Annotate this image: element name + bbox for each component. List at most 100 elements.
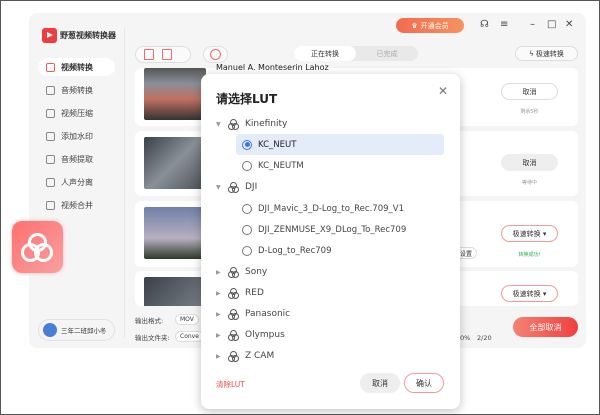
output-format-select[interactable]: MOV <box>175 314 199 325</box>
option-kc-neutm[interactable]: KC_NEUTM <box>236 155 444 176</box>
app-title: 野葱视频转换器 <box>60 31 116 40</box>
group-label: RED <box>245 288 264 298</box>
add-files-group <box>135 46 191 63</box>
option-label: KC_NEUTM <box>258 160 304 171</box>
group-label: DJI <box>245 182 258 192</box>
radio <box>242 245 252 256</box>
option-kc-neut[interactable]: KC_NEUT <box>236 134 444 155</box>
dialog-confirm-button[interactable]: 确认 <box>404 373 444 393</box>
sidebar-item-watermark[interactable]: 添加水印 <box>38 127 115 145</box>
fast-convert-task-button[interactable]: 极速转换 ▾ <box>501 285 558 302</box>
video-convert-icon <box>46 62 55 72</box>
crown-icon: ♛ <box>411 21 418 30</box>
lut-app-icon <box>12 221 63 273</box>
group-label: Kinefinity <box>245 119 288 129</box>
output-folder-select[interactable]: Conve <box>175 331 204 342</box>
close-icon[interactable]: ✕ <box>438 84 448 98</box>
button-label: 极速转换 <box>512 229 541 238</box>
minimize-icon[interactable]: – <box>530 20 535 30</box>
button-label: 极速转换 <box>512 289 541 298</box>
sidebar-item-label: 视频转换 <box>61 62 93 72</box>
radio <box>242 160 252 171</box>
audio-icon <box>46 85 55 95</box>
radio-selected <box>242 139 252 150</box>
cancel-all-button[interactable]: 全部取消 <box>513 317 578 337</box>
option-dji-mavic[interactable]: DJI_Mavic_3_D-Log_to_Rec.709_V1 <box>236 198 444 219</box>
menu-icon[interactable]: ≡ <box>500 20 508 30</box>
sidebar-item-video-merge[interactable]: 视频合并 <box>38 196 115 214</box>
user-profile[interactable]: 三年二班邱小冬 <box>38 319 115 341</box>
fast-convert-button[interactable]: ϟ 极速转换 <box>515 46 578 61</box>
task-status: 转换成功! <box>518 252 541 258</box>
task-status: 等待中 <box>521 180 537 186</box>
app-logo <box>42 28 57 43</box>
user-name: 三年二班邱小冬 <box>61 327 107 335</box>
option-dji-zenmuse[interactable]: DJI_ZENMUSE_X9_DLog_To_Rec709 <box>236 219 444 240</box>
lut-dialog: 请选择LUT ✕ ▼ Kinefinity KC_NEUT KC_NEUTM ▼ D… <box>201 74 460 409</box>
fast-convert-label: 极速转换 <box>535 49 564 58</box>
sidebar-item-audio-extract[interactable]: 音频提取 <box>38 150 115 168</box>
cancel-task-button[interactable]: 取消 <box>501 83 558 100</box>
globe-icon[interactable] <box>210 49 221 60</box>
group-kinefinity[interactable]: ▼ Kinefinity <box>216 114 287 134</box>
group-sony[interactable]: ▶ Sony <box>216 262 267 282</box>
task-count: 2/20 <box>477 334 492 342</box>
dialog-cancel-button[interactable]: 取消 <box>360 373 400 393</box>
add-file-icon[interactable] <box>144 49 154 60</box>
vip-button[interactable]: ♛ 开通会员 <box>396 18 464 33</box>
dialog-title: 请选择LUT <box>216 92 278 106</box>
lut-icon <box>228 329 239 341</box>
lut-icon <box>228 287 239 299</box>
video-thumbnail <box>144 137 206 189</box>
lut-icon <box>228 308 239 320</box>
task-tabs: 正在转换 已完成 <box>294 46 418 61</box>
group-panasonic[interactable]: ▶ Panasonic <box>216 304 290 324</box>
close-window-icon[interactable]: ✕ <box>565 20 573 30</box>
progress-percent: 0% <box>460 334 471 342</box>
compress-icon <box>46 108 55 118</box>
avatar <box>43 323 57 337</box>
group-dji[interactable]: ▼ DJI <box>216 177 257 197</box>
option-label: D-Log_to_Rec709 <box>258 245 332 256</box>
group-zcam[interactable]: ▶ Z CAM <box>216 346 274 366</box>
group-red[interactable]: ▶ RED <box>216 283 264 303</box>
add-url-group <box>203 46 228 63</box>
task-status: 剩余5秒 <box>520 109 539 115</box>
sidebar-item-label: 音频转换 <box>61 85 93 95</box>
group-olympus[interactable]: ▶ Olympus <box>216 325 285 345</box>
sidebar-item-video-convert[interactable]: 视频转换 <box>38 58 115 76</box>
video-thumbnail <box>144 277 206 306</box>
sidebar-item-label: 视频合并 <box>61 200 93 210</box>
output-folder-label: 输出文件夹: <box>135 334 170 342</box>
vocal-icon <box>46 177 55 187</box>
radio <box>242 203 252 214</box>
option-dlog-rec709[interactable]: D-Log_to_Rec709 <box>236 240 444 261</box>
cancel-task-button[interactable]: 取消 <box>501 154 558 171</box>
group-label: Panasonic <box>245 309 291 319</box>
option-label: DJI_ZENMUSE_X9_DLog_To_Rec709 <box>258 224 407 235</box>
file-name: Manuel A. Monteserin Lahoz <box>216 63 329 72</box>
clear-lut-link[interactable]: 清除LUT <box>216 379 245 390</box>
sidebar-item-video-compress[interactable]: 视频压缩 <box>38 104 115 122</box>
audio-extract-icon <box>46 154 55 164</box>
sidebar-item-label: 人声分离 <box>61 177 93 187</box>
sidebar-item-label: 音频提取 <box>61 154 93 164</box>
add-folder-icon[interactable] <box>162 49 172 60</box>
support-icon[interactable]: ☊ <box>480 20 489 30</box>
maximize-icon[interactable]: □ <box>547 20 556 30</box>
lut-icon <box>228 118 239 130</box>
tab-completed[interactable]: 已完成 <box>356 46 418 61</box>
tab-converting[interactable]: 正在转换 <box>294 46 356 61</box>
sidebar-divider <box>124 28 125 338</box>
lut-icon <box>228 266 239 278</box>
video-thumbnail <box>144 68 206 120</box>
caret-right-icon: ▶ <box>216 289 221 297</box>
fast-convert-task-button[interactable]: 极速转换 ▾ <box>501 225 558 242</box>
group-label: Olympus <box>245 330 285 340</box>
caret-right-icon: ▶ <box>216 310 221 318</box>
group-label: Sony <box>245 267 268 277</box>
output-format-label: 输出格式: <box>135 317 164 325</box>
sidebar-item-vocal-separate[interactable]: 人声分离 <box>38 173 115 191</box>
sidebar-item-label: 视频压缩 <box>61 108 93 118</box>
sidebar-item-audio-convert[interactable]: 音频转换 <box>38 81 115 99</box>
